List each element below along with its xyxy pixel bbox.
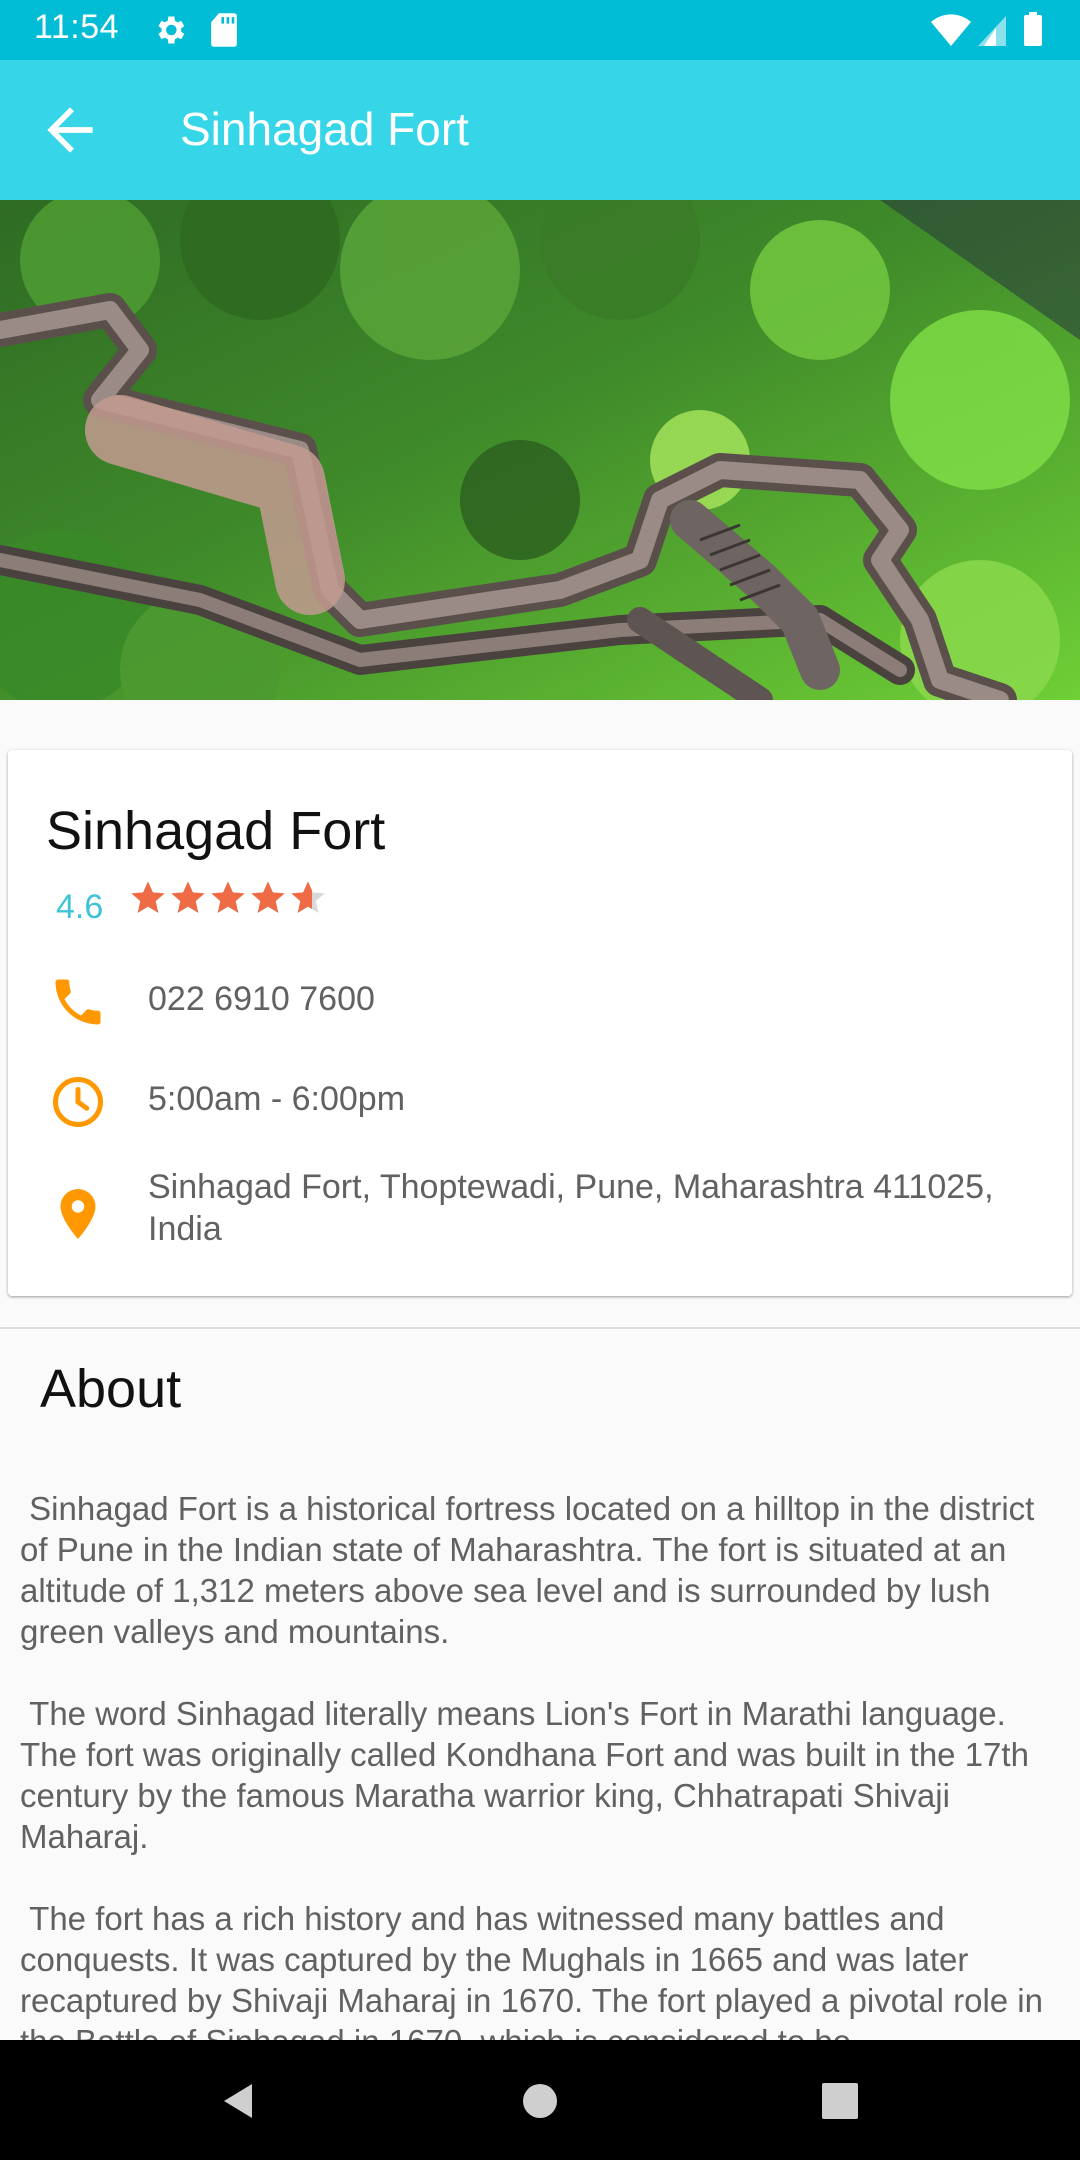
battery-icon [1024, 12, 1042, 46]
rating-star-icon [211, 881, 245, 913]
nav-home-icon[interactable] [515, 2076, 565, 2126]
app-bar: Sinhagad Fort [0, 60, 1080, 200]
phone-number[interactable]: 022 6910 7600 [148, 978, 1038, 1020]
about-description: Sinhagad Fort is a historical fortress l… [20, 1490, 1043, 2060]
phone-row[interactable]: 022 6910 7600 [8, 966, 1072, 1038]
rating-stars [128, 878, 328, 922]
sd-card-icon [211, 13, 237, 47]
place-name: Sinhagad Fort [46, 801, 386, 861]
nav-back-icon[interactable] [214, 2076, 264, 2126]
rating-star-icon [291, 881, 325, 913]
rating-star-icon [251, 881, 285, 913]
status-time: 11:54 [34, 8, 120, 46]
address-text[interactable]: Sinhagad Fort, Thoptewadi, Pune, Maharas… [148, 1166, 1038, 1250]
location-pin-icon [60, 1189, 96, 1239]
fort-photo [0, 200, 1080, 700]
hero-image [0, 200, 1080, 700]
phone-icon [55, 979, 101, 1025]
arrow-back-icon[interactable] [36, 96, 104, 164]
address-row[interactable]: Sinhagad Fort, Thoptewadi, Pune, Maharas… [8, 1166, 1072, 1266]
page-title: Sinhagad Fort [180, 103, 469, 155]
clock-icon [53, 1077, 103, 1127]
rating-star-icon [171, 881, 205, 913]
signal-icon [978, 16, 1006, 46]
about-heading: About [40, 1359, 182, 1419]
rating-star-icon [131, 881, 165, 913]
status-bar: 11:54 [0, 0, 1080, 60]
hours-row: 5:00am - 6:00pm [8, 1066, 1072, 1138]
rating-value: 4.6 [56, 888, 104, 926]
settings-icon [158, 16, 185, 44]
nav-recents-icon[interactable] [815, 2076, 865, 2126]
wifi-icon [931, 14, 971, 46]
section-divider [0, 1327, 1080, 1329]
opening-hours: 5:00am - 6:00pm [148, 1080, 406, 1118]
place-details-card: Sinhagad Fort 4.6 022 6910 7600 5:00am -… [8, 750, 1072, 1296]
system-nav-bar [0, 2040, 1080, 2160]
